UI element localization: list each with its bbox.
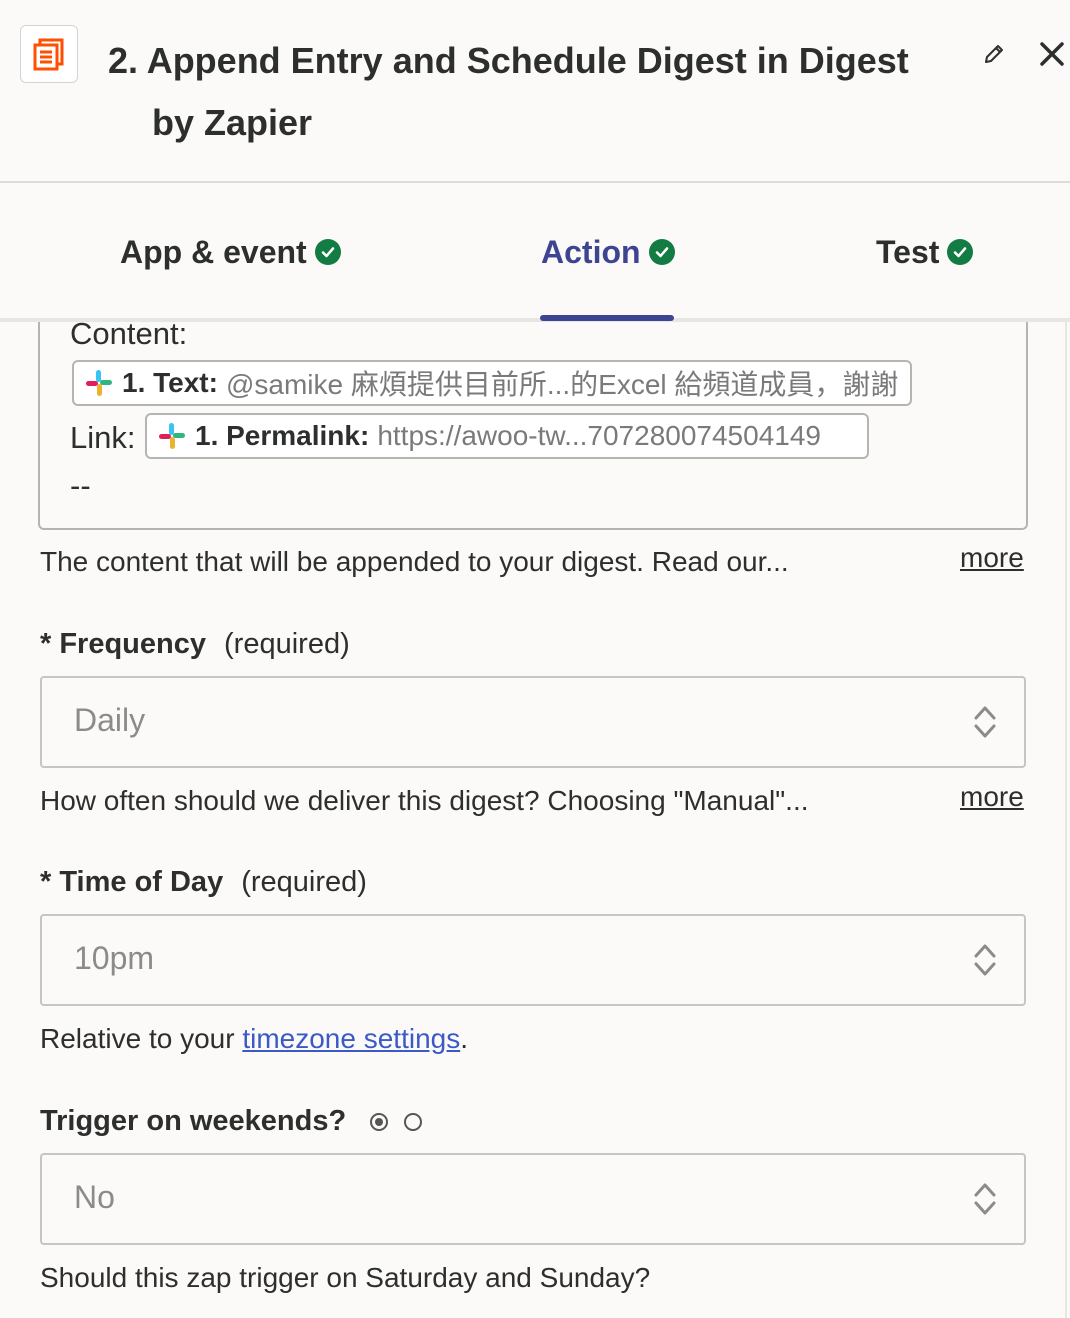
content-label: Content: [70, 316, 188, 351]
frequency-label-text: Frequency [59, 628, 207, 660]
radio-option[interactable] [404, 1113, 423, 1132]
pencil-icon [985, 45, 1003, 63]
pill-key: 1. Permalink: [195, 420, 370, 451]
pill-value: https://awoo-tw...707280074504149 [377, 420, 821, 451]
step-title-line2: by Zapier [152, 102, 313, 143]
tab-label: Test [876, 233, 940, 270]
time-of-day-select[interactable]: 10pm [40, 914, 1026, 1006]
pill-value: @samike 麻煩提供目前所...的Excel 給頻道成員，謝謝 [225, 369, 899, 400]
help-suffix: . [460, 1023, 468, 1054]
frequency-value: Daily [74, 702, 146, 738]
content-editor[interactable]: Content: 1. Text: @samike 麻煩提供目前所...的Exc… [38, 316, 1028, 530]
check-circle-icon [648, 239, 675, 265]
select-arrows-icon [974, 944, 996, 976]
time-of-day-label-text: Time of Day [59, 866, 224, 898]
content-more-link[interactable]: more [960, 542, 1024, 574]
weekends-label: Trigger on weekends? [40, 1105, 423, 1138]
edit-title-button[interactable] [978, 38, 1010, 70]
permalink-field-pill[interactable]: 1. Permalink: https://awoo-tw...70728007… [145, 413, 869, 459]
select-arrows-icon [974, 706, 996, 738]
link-label: Link: [70, 420, 136, 455]
step-title-line1: 2. Append Entry and Schedule Digest in D… [108, 40, 909, 81]
weekends-value: No [74, 1179, 115, 1215]
time-of-day-value: 10pm [74, 940, 155, 976]
close-button[interactable] [1034, 36, 1070, 72]
required-tag: (required) [224, 628, 350, 660]
tab-label: Action [541, 233, 641, 270]
scrollbar-track[interactable] [1065, 322, 1067, 1318]
slack-icon [86, 370, 112, 396]
digest-icon [20, 25, 78, 83]
step-title: 2. Append Entry and Schedule Digest in D… [108, 30, 948, 154]
content-help: The content that will be appended to you… [40, 546, 789, 577]
frequency-help: How often should we deliver this digest?… [40, 785, 809, 816]
tab-label: App & event [120, 233, 307, 270]
tab-app-event[interactable]: App & event [120, 231, 341, 273]
tab-test[interactable]: Test [876, 231, 974, 273]
close-icon [1040, 42, 1064, 66]
time-of-day-label: * Time of Day (required) [40, 866, 367, 898]
text-field-pill[interactable]: 1. Text: @samike 麻煩提供目前所...的Excel 給頻道成員，… [72, 360, 912, 406]
slack-icon [159, 423, 185, 449]
radio-option-selected[interactable] [370, 1113, 389, 1132]
panel-header: 2. Append Entry and Schedule Digest in D… [0, 0, 1070, 183]
select-arrows-icon [974, 1183, 996, 1215]
frequency-more-link[interactable]: more [960, 781, 1024, 813]
frequency-label: * Frequency (required) [40, 628, 350, 660]
required-tag: (required) [241, 866, 367, 898]
time-of-day-help: Relative to your timezone settings. [40, 1023, 468, 1055]
frequency-select[interactable]: Daily [40, 676, 1026, 768]
pill-key: 1. Text: [122, 367, 218, 398]
content-separator: -- [70, 468, 91, 503]
help-prefix: Relative to your [40, 1023, 243, 1054]
check-circle-icon [314, 239, 341, 265]
weekends-label-text: Trigger on weekends? [40, 1105, 347, 1137]
weekends-select[interactable]: No [40, 1153, 1026, 1245]
weekends-help: Should this zap trigger on Saturday and … [40, 1262, 651, 1293]
timezone-settings-link[interactable]: timezone settings [242, 1023, 460, 1054]
check-circle-icon [947, 239, 974, 265]
step-tabs: App & event Action Test [0, 183, 1070, 322]
active-tab-indicator [540, 315, 674, 321]
tab-action[interactable]: Action [541, 231, 675, 273]
